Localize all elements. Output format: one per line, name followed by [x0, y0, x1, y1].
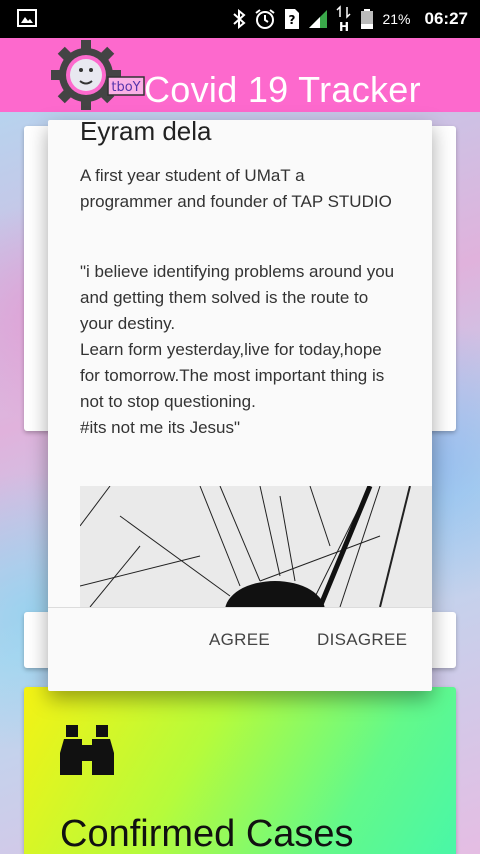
image-icon: [17, 9, 37, 27]
app-logo: tboY: [51, 40, 145, 110]
confirmed-cases-title: Confirmed Cases: [60, 813, 354, 854]
quote-line: #its not me its Jesus": [80, 418, 241, 437]
dialog-divider: [48, 607, 432, 608]
about-dialog: Eyram dela A first year student of UMaT …: [48, 120, 432, 691]
svg-text:H: H: [339, 20, 349, 33]
quote-line: "i believe identifying problems around y…: [80, 262, 395, 333]
disagree-button[interactable]: DISAGREE: [317, 630, 407, 650]
dialog-name: Eyram dela: [80, 120, 212, 146]
clock: 06:27: [424, 9, 468, 28]
binoculars-icon: [60, 725, 114, 775]
status-bar: ? H 21% 06:27: [0, 0, 480, 38]
profile-photo: [80, 486, 432, 607]
dialog-body[interactable]: Eyram dela A first year student of UMaT …: [48, 120, 432, 607]
bluetooth-icon: [233, 9, 247, 29]
signal-icon: [309, 10, 328, 28]
dialog-bio: A first year student of UMaT a programme…: [80, 166, 392, 211]
data-arrows-icon: H: [336, 5, 352, 33]
confirmed-cases-card[interactable]: Confirmed Cases: [24, 687, 456, 854]
dialog-quote: "i believe identifying problems around y…: [80, 259, 400, 441]
quote-line: Learn form yesterday,live for today,hope…: [80, 340, 385, 411]
app-bar: tboY Covid 19 Tracker: [0, 38, 480, 112]
sim-unknown-icon: ?: [285, 9, 300, 29]
alarm-icon: [255, 9, 276, 29]
svg-text:?: ?: [289, 13, 296, 27]
svg-text:tboY: tboY: [111, 80, 140, 95]
agree-button[interactable]: AGREE: [209, 630, 270, 650]
app-title: Covid 19 Tracker: [144, 69, 421, 110]
battery-percent: 21%: [382, 11, 411, 27]
battery-icon: [361, 9, 374, 29]
